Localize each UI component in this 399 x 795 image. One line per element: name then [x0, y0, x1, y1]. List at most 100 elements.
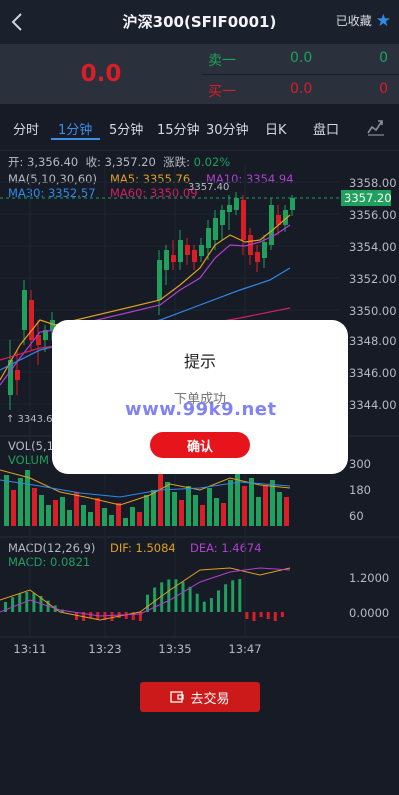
sell-price: 0.0 — [290, 50, 313, 66]
candle-body — [206, 228, 211, 248]
candle-body — [178, 240, 183, 262]
volume-tick-label: 60 — [349, 509, 364, 523]
confirm-button[interactable]: 确认 — [150, 432, 250, 458]
volume-bar — [242, 486, 247, 526]
macd-bar — [259, 612, 263, 617]
candle-body — [234, 198, 239, 210]
macd-bar — [110, 612, 114, 621]
time-tick-label: 13:11 — [13, 642, 46, 656]
macd-bar — [273, 612, 277, 621]
watermark-text: www.99k9.net — [125, 399, 277, 420]
candle-body — [255, 252, 260, 262]
tab-30min[interactable]: 30分钟 — [206, 119, 249, 138]
candle-body — [29, 300, 34, 340]
macd-bar — [245, 612, 249, 619]
order-book-sell-row: 卖一 0.0 0 — [202, 44, 399, 74]
volume-bar — [207, 488, 212, 526]
macd-tick-label: 1.2000 — [349, 571, 389, 585]
candle-body — [192, 250, 197, 262]
dialog-title: 提示 — [183, 352, 216, 371]
tab-1min[interactable]: 1分钟 — [58, 119, 92, 138]
trade-icon — [170, 691, 185, 703]
go-trade-label: 去交易 — [190, 691, 230, 707]
buy-volume: 0 — [379, 81, 388, 97]
volume-bar — [221, 503, 226, 526]
volume-bar — [165, 482, 170, 526]
volume-bar — [102, 508, 107, 526]
volume-tick-label: 300 — [349, 457, 371, 471]
tab-timeshare[interactable]: 分时 — [13, 119, 39, 138]
macd-bar — [202, 601, 206, 612]
period-tabs: 分时 1分钟 5分钟 15分钟 30分钟 日K 盘口 — [0, 104, 399, 151]
macd-bar — [195, 593, 199, 612]
tab-5min[interactable]: 5分钟 — [109, 119, 143, 138]
volume-bar — [18, 478, 23, 526]
sell-volume: 0 — [379, 50, 388, 66]
macd-bar — [252, 612, 256, 621]
volume-bar — [116, 503, 121, 526]
volume-bar — [158, 470, 163, 526]
macd-bar — [209, 598, 213, 612]
candle-body — [269, 205, 274, 245]
volume-bar — [109, 515, 114, 526]
candle-body — [164, 250, 169, 270]
volume-bar — [256, 497, 261, 526]
tab-daily-k[interactable]: 日K — [265, 119, 287, 138]
macd-bar — [32, 592, 36, 612]
header-bar: 沪深300(SFIF0001) 已收藏 ★ — [0, 0, 399, 44]
volume-bar — [39, 495, 44, 526]
favorite-toggle[interactable]: 已收藏 ★ — [336, 12, 391, 29]
volume-bar — [228, 480, 233, 526]
volume-bar — [81, 505, 86, 526]
macd-bar — [181, 581, 185, 612]
volume-bar — [200, 505, 205, 526]
time-tick-label: 13:23 — [88, 642, 121, 656]
volume-bar — [179, 500, 184, 526]
time-tick-label: 13:35 — [158, 642, 191, 656]
price-tick-label: 3358.00 — [349, 176, 397, 190]
volume-bar — [144, 495, 149, 526]
active-tab-indicator — [51, 138, 100, 140]
candle-body — [199, 245, 204, 256]
high-price-label: 3357.40 — [188, 182, 229, 193]
macd-bar — [231, 580, 235, 612]
go-trade-button[interactable]: 去交易 — [140, 682, 260, 712]
price-tick-label: 3348.00 — [349, 334, 397, 348]
volume-bar — [249, 478, 254, 526]
volume-bar — [172, 492, 177, 526]
time-tick-label: 13:47 — [228, 642, 261, 656]
price-tick-label: 3354.00 — [349, 240, 397, 254]
quote-panel: 0.0 卖一 0.0 0 买一 0.0 0 — [0, 44, 399, 104]
macd-bar — [11, 597, 15, 612]
volume-bar — [151, 490, 156, 526]
price-tick-label: 3344.00 — [349, 398, 397, 412]
candle-body — [227, 205, 232, 212]
low-price-label: ↑ 3343.60 — [6, 414, 59, 425]
price-tick-label: 3350.00 — [349, 304, 397, 318]
volume-bar — [284, 497, 289, 526]
volume-bar — [74, 492, 79, 526]
favorite-label: 已收藏 — [335, 14, 372, 28]
macd-tick-label: 0.0000 — [349, 606, 389, 620]
indicator-settings-icon[interactable] — [366, 115, 386, 137]
volume-bar — [88, 512, 93, 526]
tab-orderbook[interactable]: 盘口 — [313, 119, 339, 138]
volume-bar — [53, 500, 58, 526]
candle-body — [213, 218, 218, 240]
price-tick-label: 3346.00 — [349, 366, 397, 380]
macd-bar — [280, 612, 284, 617]
buy-price: 0.0 — [290, 81, 313, 97]
candle-body — [290, 198, 295, 210]
volume-bar — [67, 510, 72, 526]
last-price: 0.0 — [80, 61, 122, 87]
candle-body — [171, 255, 176, 262]
candle-body — [22, 290, 27, 330]
volume-bar — [193, 495, 198, 526]
volume-bar — [46, 505, 51, 526]
volume-tick-label: 180 — [349, 483, 371, 497]
macd-bar — [146, 594, 149, 612]
buy-label: 买一 — [208, 84, 236, 100]
tab-15min[interactable]: 15分钟 — [157, 119, 200, 138]
candle-body — [241, 200, 246, 240]
success-dialog: 提示 下单成功 确认 — [52, 320, 348, 474]
